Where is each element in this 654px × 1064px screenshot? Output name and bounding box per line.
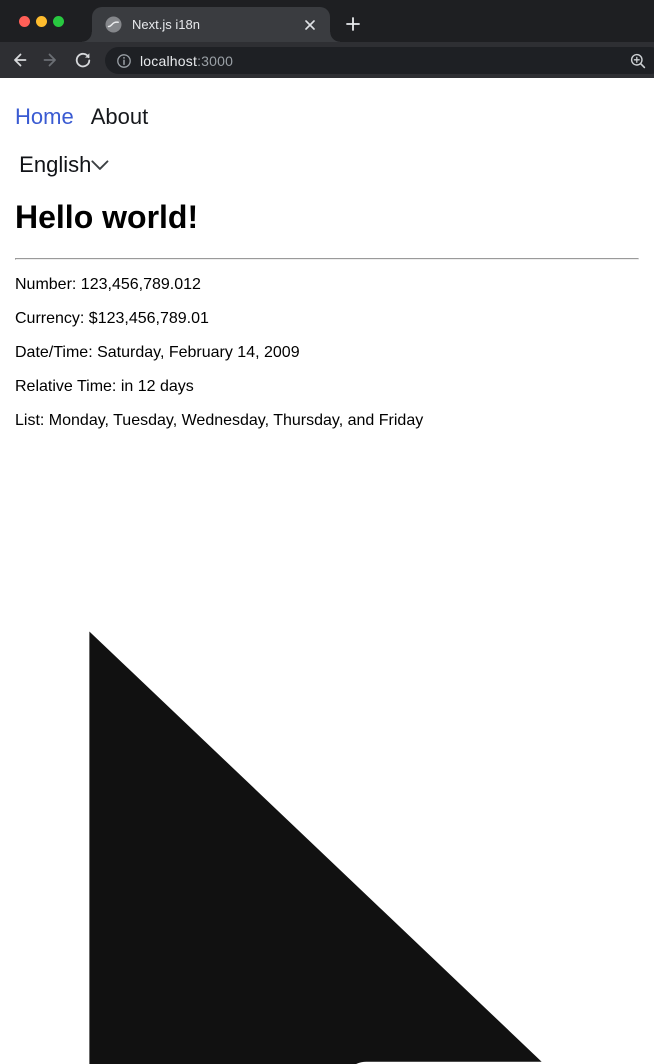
chevron-down-icon (91, 159, 109, 170)
fullscreen-window-button[interactable] (53, 16, 64, 27)
browser-titlebar: Next.js i18n (0, 0, 654, 42)
new-tab-button[interactable] (344, 15, 362, 33)
tab-title: Next.js i18n (132, 17, 200, 32)
url-port: :3000 (197, 52, 234, 69)
divider (15, 257, 639, 260)
nav-link-home[interactable]: Home (15, 104, 74, 130)
back-arrow-icon (14, 53, 27, 67)
datetime-line: Date/Time: Saturday, February 14, 2009 (15, 343, 300, 361)
language-selector-label: English (19, 152, 92, 177)
address-bar[interactable]: localhost:3000 (105, 47, 654, 74)
macos-traffic-lights (19, 16, 64, 27)
plus-icon (346, 17, 360, 31)
reload-icon (75, 52, 91, 68)
page-title: Hello world! (15, 199, 199, 236)
minimize-window-button[interactable] (36, 16, 47, 27)
page-content: Home About English Hello world! Number: … (0, 78, 654, 532)
formatted-values-list: Number: 123,456,789.012 Currency: $123,4… (15, 276, 639, 430)
close-window-button[interactable] (19, 16, 30, 27)
list-line: List: Monday, Tuesday, Wednesday, Thursd… (15, 411, 424, 429)
language-selector[interactable]: English (15, 152, 109, 178)
back-button[interactable] (10, 51, 28, 69)
url-text[interactable]: localhost:3000 (140, 53, 233, 69)
close-tab-button[interactable] (302, 17, 318, 33)
toolbar-nav-group (10, 42, 92, 78)
currency-line: Currency: $123,456,789.01 (15, 309, 209, 327)
forward-button[interactable] (42, 51, 60, 69)
reload-button[interactable] (74, 51, 92, 69)
number-line: Number: 123,456,789.012 (15, 275, 201, 293)
url-host: localhost (140, 52, 198, 69)
us-flag-icon (15, 158, 19, 173)
browser-toolbar: localhost:3000 (0, 42, 654, 78)
browser-window: { "window": { "tab_title": "Next.js i18n… (0, 0, 654, 1064)
forward-arrow-icon (43, 53, 56, 67)
zoom-in-icon[interactable] (630, 53, 646, 69)
close-icon (305, 19, 315, 30)
globe-icon (105, 16, 122, 33)
site-navigation: Home About (15, 104, 639, 130)
nav-link-about[interactable]: About (91, 104, 149, 130)
info-icon[interactable] (117, 53, 131, 68)
browser-tab[interactable]: Next.js i18n (82, 7, 340, 42)
mouse-cursor (41, 551, 614, 1064)
relative-time-line: Relative Time: in 12 days (15, 377, 194, 395)
